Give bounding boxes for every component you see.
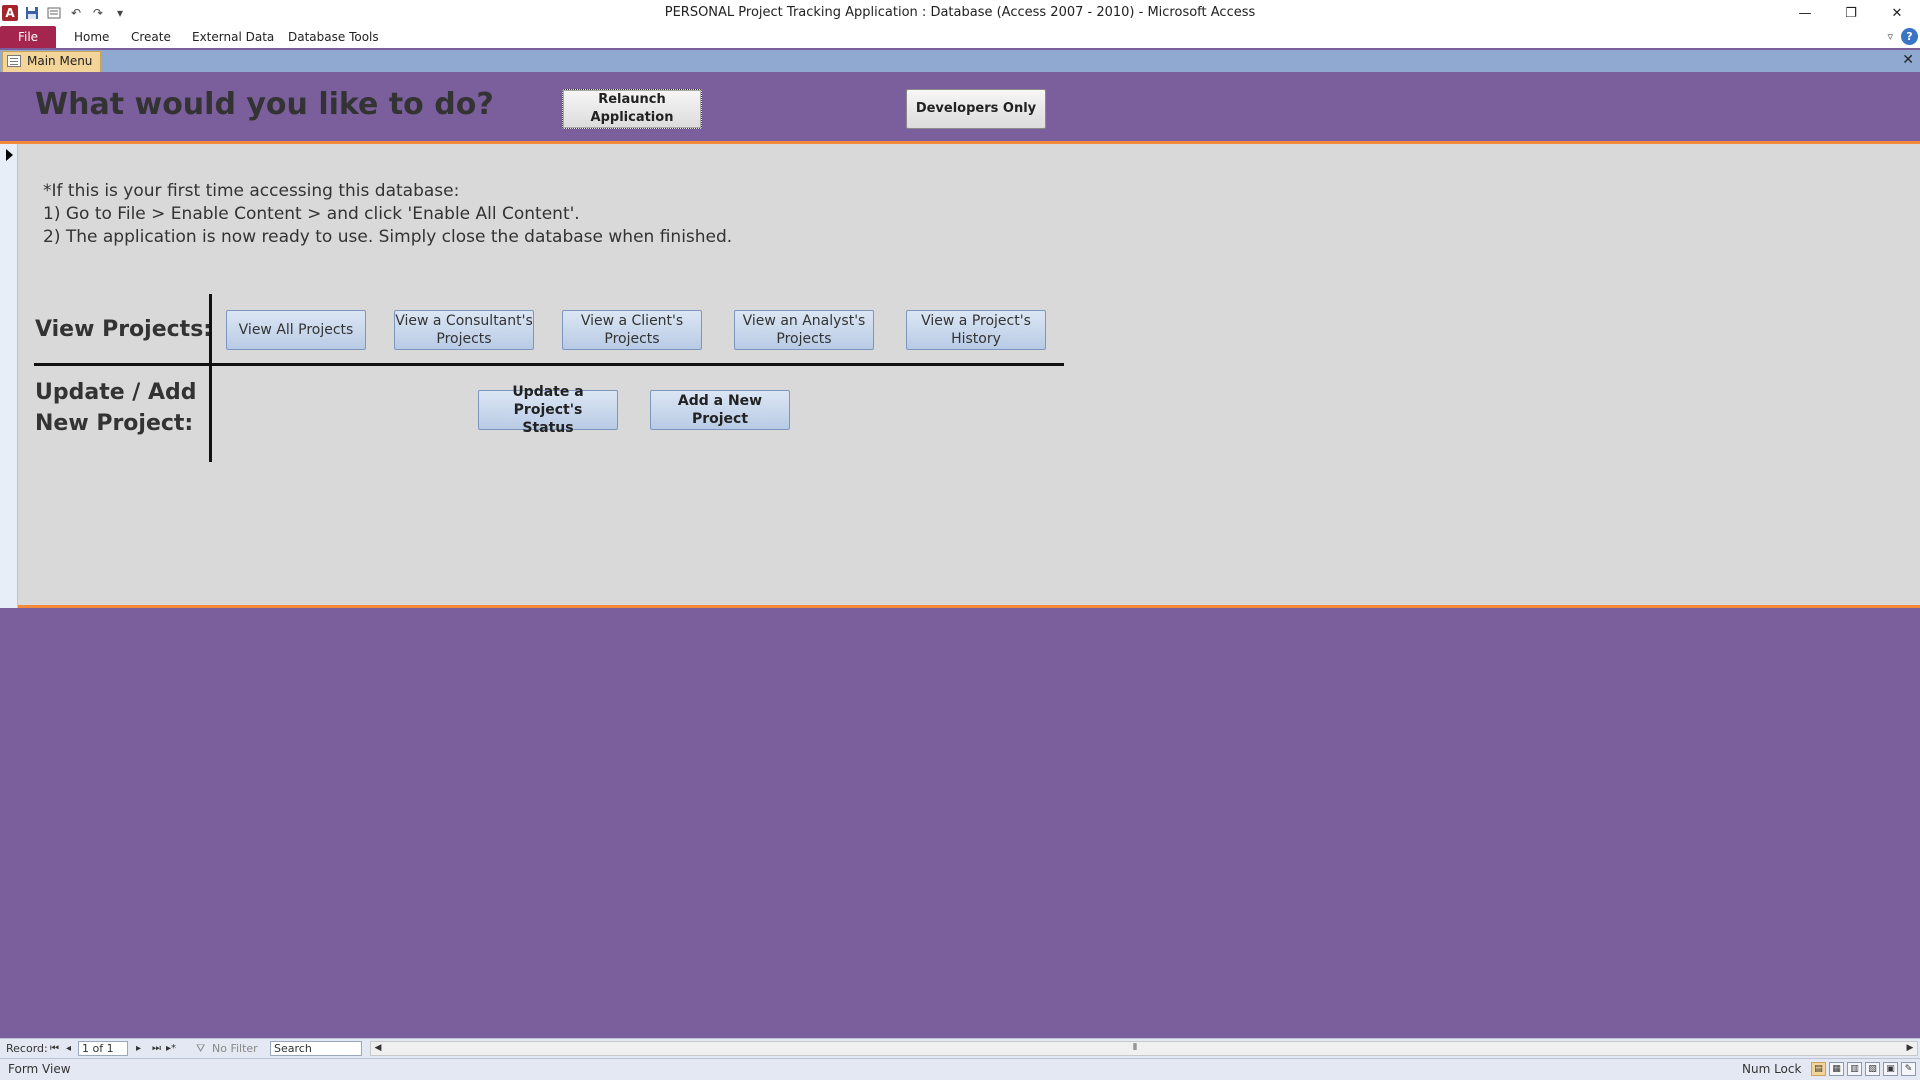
filter-funnel-icon[interactable]: ⛛ xyxy=(196,1041,205,1057)
page-title: What would you like to do? xyxy=(35,87,494,122)
detail-bottom-divider xyxy=(18,605,1920,608)
view-project-history-button[interactable]: View a Project's History xyxy=(906,310,1046,350)
record-label: Record: xyxy=(6,1042,48,1055)
title-bar: A ↶ ↷ ▾ PERSONAL Project Tracking Applic… xyxy=(0,0,1920,26)
no-filter-label[interactable]: No Filter xyxy=(212,1041,258,1057)
instructions: *If this is your first time accessing th… xyxy=(43,180,732,249)
tab-database-tools[interactable]: Database Tools xyxy=(280,26,387,48)
instruction-line-1: *If this is your first time accessing th… xyxy=(43,181,460,201)
current-record-arrow-icon xyxy=(6,149,13,161)
window-controls: — ❐ ✕ xyxy=(1782,0,1920,26)
view-mode-label: Form View xyxy=(8,1062,71,1076)
design-view-icon[interactable]: ✎ xyxy=(1901,1062,1916,1076)
developers-only-button[interactable]: Developers Only xyxy=(906,89,1046,129)
layout-view-icon[interactable]: ▣ xyxy=(1883,1062,1898,1076)
save-icon[interactable] xyxy=(24,5,40,21)
instruction-line-2: 1) Go to File > Enable Content > and cli… xyxy=(43,204,580,224)
view-analyst-projects-button[interactable]: View an Analyst's Projects xyxy=(734,310,874,350)
tab-create[interactable]: Create xyxy=(123,26,179,48)
first-record-icon[interactable]: ⏮ xyxy=(50,1041,59,1057)
form-detail: *If this is your first time accessing th… xyxy=(18,144,1920,605)
add-new-project-button[interactable]: Add a New Project xyxy=(650,390,790,430)
scroll-thumb-grip-icon[interactable]: ⦀ xyxy=(1131,1042,1139,1055)
relaunch-application-button[interactable]: Relaunch Application xyxy=(562,89,702,129)
form-header: What would you like to do? Relaunch Appl… xyxy=(0,73,1920,144)
new-record-icon[interactable]: ▸* xyxy=(166,1041,176,1057)
close-button[interactable]: ✕ xyxy=(1874,0,1920,26)
datasheet-view-icon[interactable]: ▦ xyxy=(1829,1062,1844,1076)
access-logo-icon[interactable]: A xyxy=(2,5,18,21)
form-view-icon[interactable] xyxy=(46,5,62,21)
current-record-field[interactable]: 1 of 1 xyxy=(78,1041,128,1056)
view-projects-label: View Projects: xyxy=(35,317,213,342)
ribbon-tabs: File Home Create External Data Database … xyxy=(0,26,1920,48)
tab-main-menu[interactable]: Main Menu xyxy=(2,51,102,72)
restore-button[interactable]: ❐ xyxy=(1828,0,1874,26)
window-title: PERSONAL Project Tracking Application : … xyxy=(664,5,1256,20)
view-consultant-projects-button[interactable]: View a Consultant's Projects xyxy=(394,310,534,350)
next-record-icon[interactable]: ▸ xyxy=(136,1041,141,1057)
status-bar: Form View Num Lock ▤ ▦ ▥ ▧ ▣ ✎ xyxy=(0,1058,1920,1080)
instruction-line-3: 2) The application is now ready to use. … xyxy=(43,227,733,247)
last-record-icon[interactable]: ⏭ xyxy=(152,1041,161,1057)
form-icon xyxy=(7,55,21,67)
tab-external-data[interactable]: External Data xyxy=(184,26,282,48)
pivottable-view-icon[interactable]: ▥ xyxy=(1847,1062,1862,1076)
document-tab-bar: Main Menu ✕ xyxy=(0,50,1920,72)
record-navigation-bar: Record: ⏮ ◂ 1 of 1 ▸ ⏭ ▸* ⛛ No Filter Se… xyxy=(0,1038,1920,1058)
scroll-right-icon[interactable]: ▶ xyxy=(1903,1042,1917,1055)
update-project-status-button[interactable]: Update a Project's Status xyxy=(478,384,618,436)
section-horizontal-divider xyxy=(34,363,1064,366)
undo-icon[interactable]: ↶ xyxy=(68,5,84,21)
view-switcher: ▤ ▦ ▥ ▧ ▣ ✎ xyxy=(1811,1062,1916,1076)
section-vertical-divider xyxy=(209,294,212,462)
minimize-button[interactable]: — xyxy=(1782,0,1828,26)
customize-qat-icon[interactable]: ▾ xyxy=(112,5,128,21)
ribbon-collapse-icon[interactable]: ▿ xyxy=(1887,30,1893,43)
update-add-project-label: Update / Add New Project: xyxy=(35,380,197,436)
ribbon-right-controls: ▿ ? xyxy=(1887,28,1918,45)
tab-main-menu-label: Main Menu xyxy=(27,54,93,68)
record-selector[interactable] xyxy=(0,144,18,608)
pivotchart-view-icon[interactable]: ▧ xyxy=(1865,1062,1880,1076)
tab-file[interactable]: File xyxy=(0,26,56,48)
close-document-icon[interactable]: ✕ xyxy=(1902,52,1914,68)
help-icon[interactable]: ? xyxy=(1901,28,1918,45)
view-all-projects-button[interactable]: View All Projects xyxy=(226,310,366,350)
num-lock-indicator: Num Lock xyxy=(1742,1062,1802,1076)
scroll-left-icon[interactable]: ◀ xyxy=(371,1042,385,1055)
view-client-projects-button[interactable]: View a Client's Projects xyxy=(562,310,702,350)
previous-record-icon[interactable]: ◂ xyxy=(66,1041,71,1057)
search-input[interactable]: Search xyxy=(270,1041,362,1056)
redo-icon[interactable]: ↷ xyxy=(90,5,106,21)
quick-access-toolbar: A ↶ ↷ ▾ xyxy=(2,2,128,24)
tab-home[interactable]: Home xyxy=(66,26,117,48)
horizontal-scrollbar[interactable]: ◀ ⦀ ▶ xyxy=(370,1041,1918,1056)
form-view-icon[interactable]: ▤ xyxy=(1811,1062,1826,1076)
